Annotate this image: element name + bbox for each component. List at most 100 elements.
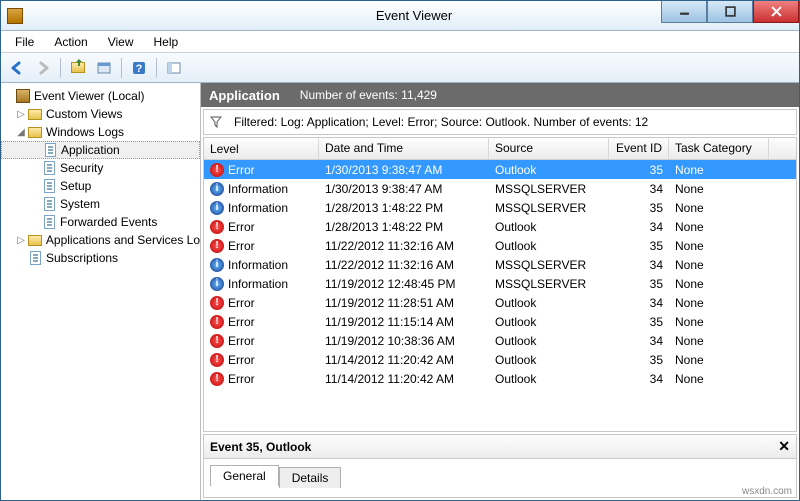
table-row[interactable]: !Error11/14/2012 11:20:42 AMOutlook35Non… (204, 350, 796, 369)
cell-level: Error (228, 163, 255, 177)
back-button[interactable] (5, 56, 29, 80)
cell-eventid: 35 (609, 163, 669, 177)
detail-title: Event 35, Outlook (210, 440, 311, 454)
col-level[interactable]: Level (204, 138, 319, 159)
folder-icon (28, 127, 42, 138)
filter-bar[interactable]: Filtered: Log: Application; Level: Error… (203, 109, 797, 135)
toolbar-separator (60, 58, 61, 78)
col-date[interactable]: Date and Time (319, 138, 489, 159)
table-row[interactable]: iInformation1/30/2013 9:38:47 AMMSSQLSER… (204, 179, 796, 198)
cell-category: None (669, 353, 769, 367)
cell-level: Error (228, 315, 255, 329)
tree-custom-views[interactable]: ▷Custom Views (1, 105, 200, 123)
app-icon (7, 8, 23, 24)
folder-icon (71, 62, 85, 73)
grid-header[interactable]: Level Date and Time Source Event ID Task… (204, 138, 796, 160)
detail-tabs: General Details (204, 459, 796, 486)
pane-button[interactable] (162, 56, 186, 80)
table-row[interactable]: !Error11/19/2012 11:28:51 AMOutlook34Non… (204, 293, 796, 312)
cell-eventid: 35 (609, 239, 669, 253)
tab-details[interactable]: Details (279, 467, 342, 488)
tree-application[interactable]: Application (1, 141, 200, 159)
table-row[interactable]: iInformation11/19/2012 12:48:45 PMMSSQLS… (204, 274, 796, 293)
info-icon: i (210, 201, 224, 215)
cell-level: Error (228, 239, 255, 253)
forward-button[interactable] (31, 56, 55, 80)
table-row[interactable]: !Error11/22/2012 11:32:16 AMOutlook35Non… (204, 236, 796, 255)
cell-date: 1/28/2013 1:48:22 PM (319, 220, 489, 234)
cell-source: Outlook (489, 296, 609, 310)
cell-level: Error (228, 353, 255, 367)
cell-category: None (669, 296, 769, 310)
toolbar-separator (121, 58, 122, 78)
col-eventid[interactable]: Event ID (609, 138, 669, 159)
tree-windows-logs[interactable]: ◢Windows Logs (1, 123, 200, 141)
tree-setup[interactable]: Setup (1, 177, 200, 195)
table-row[interactable]: iInformation1/28/2013 1:48:22 PMMSSQLSER… (204, 198, 796, 217)
tree-forwarded[interactable]: Forwarded Events (1, 213, 200, 231)
detail-pane: Event 35, Outlook ✕ General Details (203, 434, 797, 498)
cell-source: Outlook (489, 315, 609, 329)
cell-source: Outlook (489, 220, 609, 234)
tree-apps-services[interactable]: ▷Applications and Services Lo (1, 231, 200, 249)
table-row[interactable]: !Error11/14/2012 11:20:42 AMOutlook34Non… (204, 369, 796, 388)
col-source[interactable]: Source (489, 138, 609, 159)
cell-eventid: 35 (609, 201, 669, 215)
error-icon: ! (210, 353, 224, 367)
cell-level: Error (228, 220, 255, 234)
menu-file[interactable]: File (5, 33, 44, 51)
cell-date: 11/19/2012 11:28:51 AM (319, 296, 489, 310)
cell-level: Error (228, 296, 255, 310)
svg-text:?: ? (136, 63, 143, 75)
cell-eventid: 35 (609, 315, 669, 329)
maximize-button[interactable] (707, 1, 753, 23)
cell-category: None (669, 239, 769, 253)
cell-eventid: 34 (609, 258, 669, 272)
cell-level: Error (228, 372, 255, 386)
eventviewer-icon (16, 89, 30, 103)
cell-category: None (669, 315, 769, 329)
filter-text: Filtered: Log: Application; Level: Error… (234, 115, 648, 129)
help-button[interactable]: ? (127, 56, 151, 80)
table-row[interactable]: !Error11/19/2012 10:38:36 AMOutlook34Non… (204, 331, 796, 350)
menu-help[interactable]: Help (144, 33, 189, 51)
cell-eventid: 35 (609, 277, 669, 291)
titlebar[interactable]: Event Viewer (1, 1, 799, 31)
cell-eventid: 34 (609, 182, 669, 196)
log-title: Application (209, 88, 280, 103)
grid-rows[interactable]: !Error1/30/2013 9:38:47 AMOutlook35Nonei… (204, 160, 796, 431)
filter-icon (210, 116, 222, 128)
error-icon: ! (210, 372, 224, 386)
menu-view[interactable]: View (98, 33, 144, 51)
properties-button[interactable] (92, 56, 116, 80)
cell-level: Information (228, 201, 288, 215)
detail-close-icon[interactable]: ✕ (778, 438, 790, 455)
tree-security[interactable]: Security (1, 159, 200, 177)
up-button[interactable] (66, 56, 90, 80)
cell-source: MSSQLSERVER (489, 277, 609, 291)
close-button[interactable] (753, 1, 799, 23)
tree-system[interactable]: System (1, 195, 200, 213)
cell-date: 1/28/2013 1:48:22 PM (319, 201, 489, 215)
table-row[interactable]: !Error1/30/2013 9:38:47 AMOutlook35None (204, 160, 796, 179)
table-row[interactable]: !Error1/28/2013 1:48:22 PMOutlook34None (204, 217, 796, 236)
cell-date: 11/22/2012 11:32:16 AM (319, 239, 489, 253)
table-row[interactable]: !Error11/19/2012 11:15:14 AMOutlook35Non… (204, 312, 796, 331)
cell-date: 11/19/2012 12:48:45 PM (319, 277, 489, 291)
cell-category: None (669, 220, 769, 234)
cell-source: Outlook (489, 163, 609, 177)
tab-general[interactable]: General (210, 465, 279, 486)
event-grid[interactable]: Level Date and Time Source Event ID Task… (203, 137, 797, 432)
tree-subscriptions[interactable]: Subscriptions (1, 249, 200, 267)
table-row[interactable]: iInformation11/22/2012 11:32:16 AMMSSQLS… (204, 255, 796, 274)
tree-root[interactable]: Event Viewer (Local) (1, 87, 200, 105)
minimize-button[interactable] (661, 1, 707, 23)
nav-tree[interactable]: Event Viewer (Local) ▷Custom Views ◢Wind… (1, 83, 201, 500)
col-category[interactable]: Task Category (669, 138, 769, 159)
log-icon (44, 179, 55, 193)
log-icon (44, 197, 55, 211)
error-icon: ! (210, 163, 224, 177)
cell-source: Outlook (489, 372, 609, 386)
menu-action[interactable]: Action (44, 33, 97, 51)
cell-category: None (669, 277, 769, 291)
